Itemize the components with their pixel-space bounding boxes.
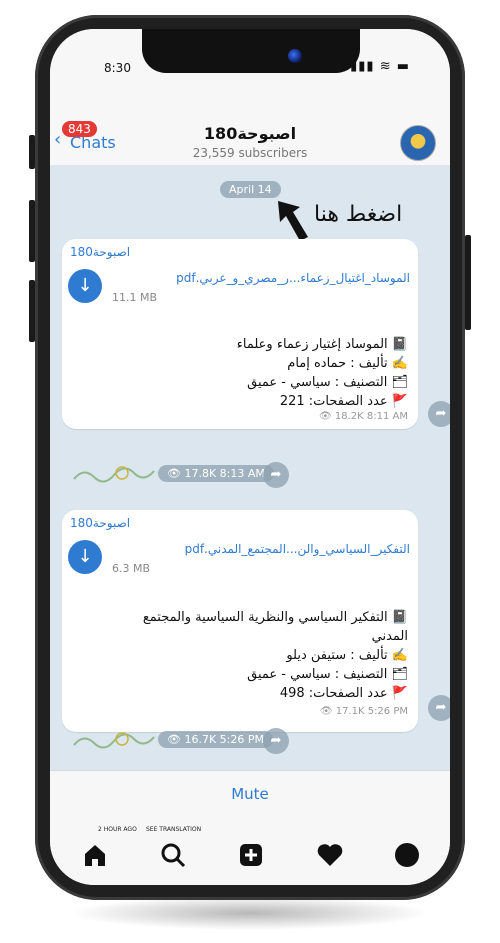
file-name-link[interactable]: التفكير_السياسي_والن...المجتمع_المدني.pd… [110, 542, 410, 556]
side-button [29, 135, 35, 169]
status-time: 8:30 [104, 61, 131, 75]
message-line: 🚩 عدد الصفحات: 221 [279, 394, 408, 409]
file-size: 6.3 MB [112, 562, 151, 575]
heart-icon[interactable] [316, 842, 344, 868]
message-line: المدني [371, 629, 408, 644]
mute-bar: Mute [50, 770, 450, 821]
profile-icon[interactable] [394, 842, 420, 868]
volume-down-button [29, 280, 35, 342]
home-icon[interactable] [82, 842, 108, 868]
message-line: 🗂 التصنيف : سياسي - عميق [247, 375, 408, 390]
chat-header: ‹ Chats 843 اصبوحة180 23,559 subscribers [50, 115, 450, 166]
volume-up-button [29, 200, 35, 262]
forward-icon[interactable]: ➦ [263, 728, 289, 754]
hint-text: اضغط هنا [314, 202, 403, 227]
pointer-arrow-icon [278, 201, 308, 241]
chat-area[interactable]: April 14 اضغط هنا اصبوحة180 ↓ الموساد_اغ… [50, 165, 450, 770]
sticker-image[interactable] [70, 725, 170, 753]
message-line: 📓 الموساد إغتيار زعماء وعلماء [236, 337, 408, 352]
channel-title[interactable]: اصبوحة180 [50, 124, 450, 143]
date-pill: April 14 [220, 181, 281, 198]
file-size: 11.1 MB [112, 291, 158, 304]
search-icon[interactable] [160, 842, 186, 868]
download-icon[interactable]: ↓ [68, 540, 102, 574]
message-text: 📓 الموساد إغتيار زعماء وعلماء ✍️ تأليف :… [78, 335, 408, 411]
sender-name: اصبوحة180 [70, 516, 131, 530]
caption-time: 2 HOUR AGO [98, 826, 137, 833]
power-button [465, 235, 471, 330]
download-icon[interactable]: ↓ [68, 269, 102, 303]
mute-button[interactable]: Mute [50, 785, 450, 803]
forward-icon[interactable]: ➦ [263, 462, 289, 488]
sticker-image[interactable] [70, 459, 170, 487]
sender-name: اصبوحة180 [70, 245, 131, 259]
forward-icon[interactable]: ➦ [428, 401, 450, 427]
bottom-nav: 2 HOUR AGO SEE TRANSLATION [50, 820, 450, 885]
subscriber-count: 23,559 subscribers [192, 146, 308, 160]
add-icon[interactable] [238, 842, 264, 868]
message-line: ✍️ تأليف : ستيفن ديلو [286, 648, 408, 663]
sticker-meta: 👁 16.7K 5:26 PM [158, 731, 273, 748]
channel-avatar[interactable] [400, 125, 436, 161]
message-line: 📓 التفكير السياسي والنظرية السياسية والم… [142, 610, 408, 625]
sticker-meta: 👁 17.8K 8:13 AM [158, 465, 274, 482]
notch [142, 29, 360, 73]
message-line: ✍️ تأليف : حماده إمام [287, 356, 408, 371]
message-line: 🗂 التصنيف : سياسي - عميق [247, 667, 408, 682]
message-bubble[interactable]: اصبوحة180 ↓ الموساد_اغتيال_زعماء...ر_مصر… [62, 239, 418, 429]
phone-screen: 8:30 ▮▮▮ ≋ ▬ ‹ Chats 843 اصبوحة180 23,55… [50, 29, 450, 885]
file-name-link[interactable]: الموساد_اغتيال_زعماء...ر_مصري_و_عربي.pdf [110, 271, 410, 285]
message-line: 🚩 عدد الصفحات: 498 [279, 686, 408, 701]
signal-wifi-battery-icon: ▮▮▮ ≋ ▬ [350, 59, 410, 74]
views-time: 👁 17.1K 5:26 PM [319, 706, 408, 717]
forward-icon[interactable]: ➦ [428, 695, 450, 721]
message-bubble[interactable]: اصبوحة180 ↓ التفكير_السياسي_والن...المجت… [62, 510, 418, 732]
message-text: 📓 التفكير السياسي والنظرية السياسية والم… [78, 608, 408, 703]
camera-icon [288, 49, 302, 63]
phone-shadow [70, 896, 430, 930]
views-time: 👁 18.2K 8:11 AM [319, 411, 408, 422]
see-translation-link[interactable]: SEE TRANSLATION [146, 826, 201, 833]
